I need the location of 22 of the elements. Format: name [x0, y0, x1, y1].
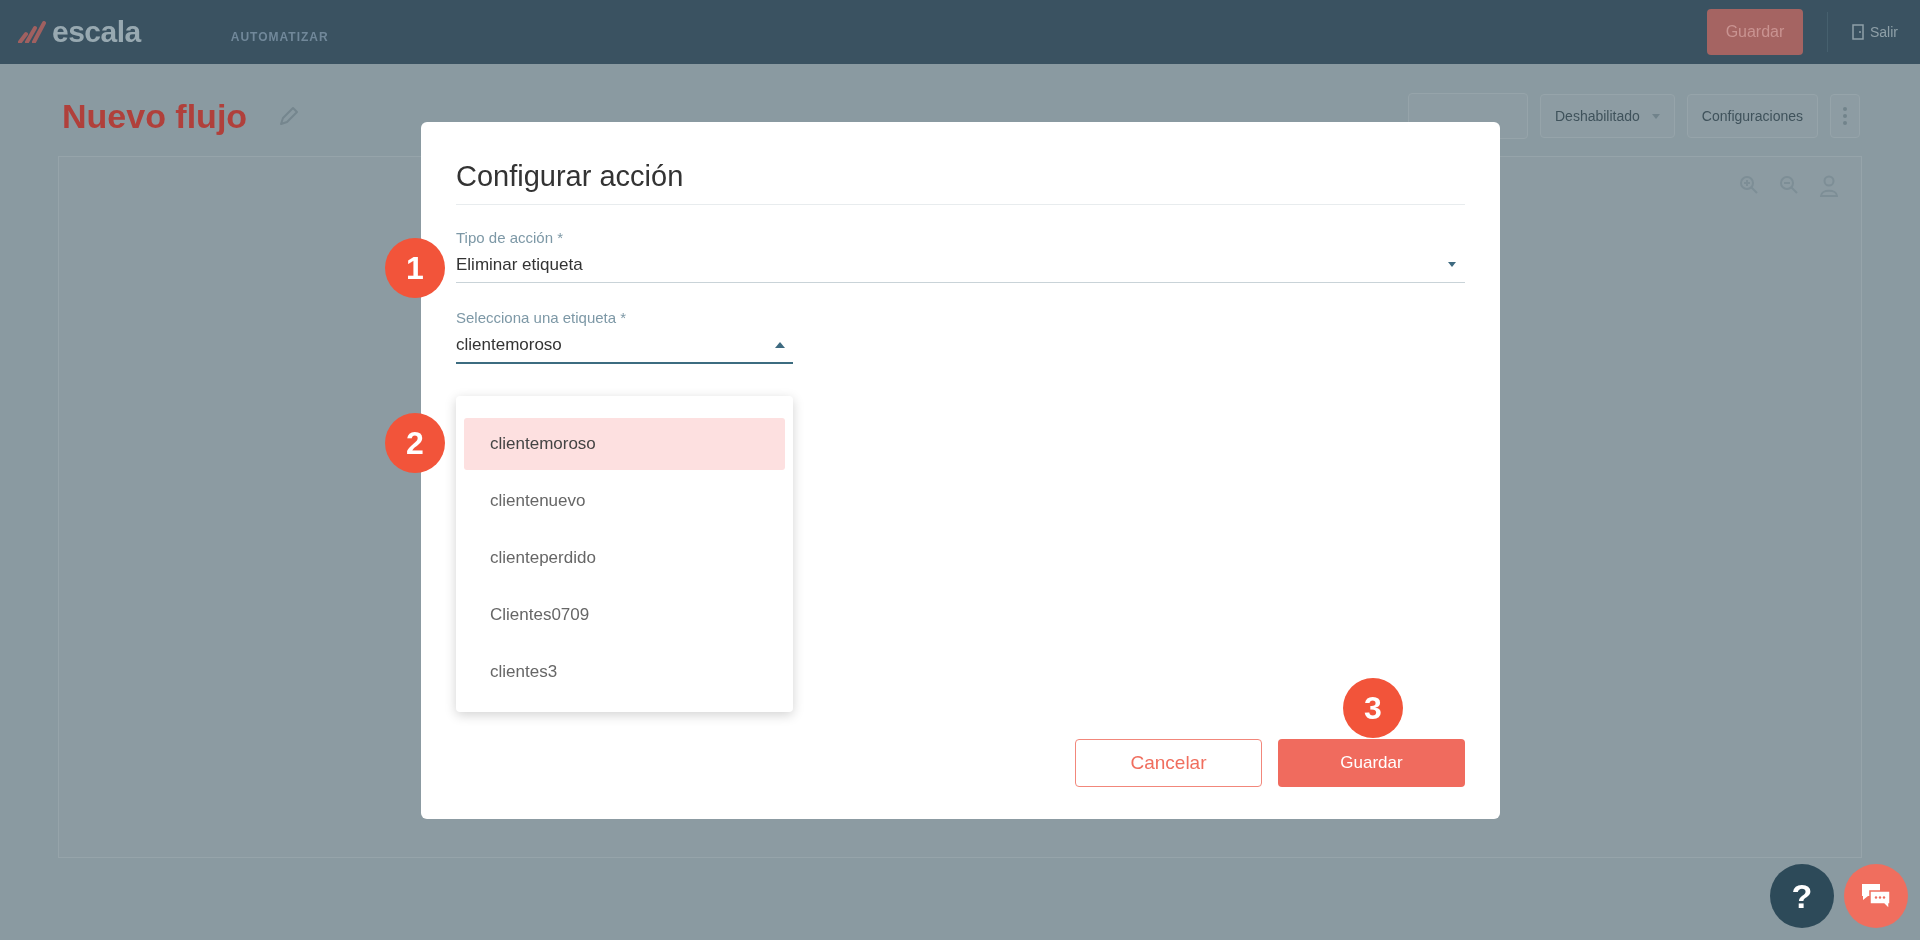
bars-icon — [18, 21, 48, 43]
select-field[interactable]: Selecciona una etiqueta * clientemoroso — [456, 309, 793, 364]
dropdown-option[interactable]: clientemoroso — [464, 418, 785, 470]
help-button[interactable]: ? — [1770, 864, 1834, 928]
flow-title: Nuevo flujo — [62, 96, 248, 136]
step-badge: 1 — [385, 238, 445, 298]
more-button[interactable] — [1830, 94, 1860, 138]
dropdown-option[interactable]: clientes3 — [464, 646, 785, 698]
dropdown-option[interactable]: clienteperdido — [464, 532, 785, 584]
caret-down-icon — [1447, 262, 1457, 268]
exit-button[interactable]: Salir — [1852, 24, 1898, 40]
caret-up-icon — [775, 342, 785, 348]
dialog-title: Configurar acción — [456, 159, 685, 194]
caret-down-icon — [1651, 113, 1660, 119]
dropdown-option[interactable]: Clientes0709 — [464, 589, 785, 641]
door-icon — [1852, 24, 1864, 40]
select-field[interactable]: Tipo de acción * Eliminar etiqueta — [456, 229, 1465, 283]
step-badge: 3 — [1343, 678, 1403, 738]
step-badge: 2 — [385, 413, 445, 473]
dropdown-option[interactable]: clientenuevo — [464, 475, 785, 527]
chat-icon — [1860, 882, 1892, 910]
logo-text: escala — [52, 15, 141, 49]
